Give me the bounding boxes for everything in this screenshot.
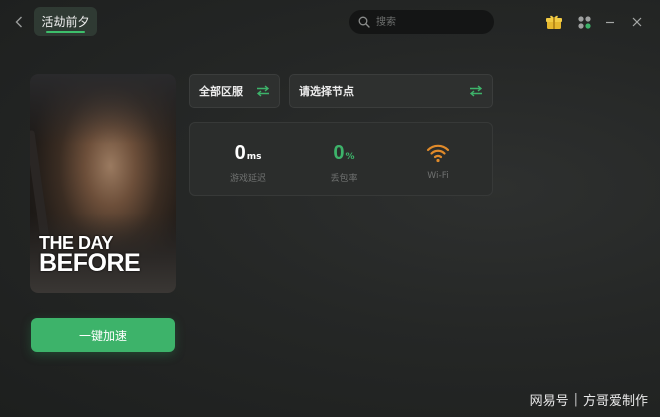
watermark-source: 网易号 (529, 394, 569, 409)
latency-stat: 0 ms 游戏延迟 (208, 137, 288, 184)
cover-title-line2: BEFORE (39, 249, 141, 278)
packet-loss-unit: % (345, 152, 355, 162)
tab-game[interactable]: 活劫前夕 (34, 7, 97, 36)
close-icon[interactable] (627, 12, 647, 32)
search-input[interactable] (374, 15, 488, 29)
latency-value: 0 (234, 142, 246, 164)
accelerate-button[interactable]: 一键加速 (31, 318, 175, 352)
cover-shade (30, 74, 176, 144)
gift-box-icon[interactable] (544, 12, 564, 32)
wifi-stat: Wi-Fi (398, 137, 478, 181)
tab-label: 活劫前夕 (41, 15, 90, 29)
wifi-label: Wi-Fi (427, 171, 449, 181)
game-cover-title: THE DAY BEFORE (39, 234, 149, 278)
packet-loss-value: 0 (333, 142, 345, 164)
watermark-separator: | (573, 392, 578, 407)
grid-apps-icon[interactable] (574, 12, 594, 32)
search-box[interactable] (349, 10, 494, 34)
title-bar: 活劫前夕 (0, 0, 660, 44)
minimize-icon[interactable] (600, 12, 620, 32)
back-arrow-icon[interactable] (10, 11, 28, 33)
packet-loss-stat: 0 % 丢包率 (304, 137, 384, 184)
region-select-label: 全部区服 (199, 85, 243, 98)
watermark-author: 方哥爱制作 (582, 394, 648, 409)
region-select[interactable]: 全部区服 (189, 74, 280, 108)
swap-arrows-icon (256, 85, 270, 97)
node-select-label: 请选择节点 (299, 85, 354, 98)
packet-loss-label: 丢包率 (330, 174, 358, 184)
tab-active-indicator (46, 31, 85, 33)
search-icon (358, 16, 370, 28)
node-select[interactable]: 请选择节点 (289, 74, 493, 108)
source-watermark: 网易号 | 方哥爱制作 (530, 390, 648, 409)
network-stats-panel: 0 ms 游戏延迟 0 % 丢包率 Wi-Fi (189, 122, 493, 196)
game-cover-image: THE DAY BEFORE (30, 74, 176, 293)
wifi-icon (426, 144, 450, 163)
swap-arrows-icon (469, 85, 483, 97)
latency-label: 游戏延迟 (229, 174, 266, 184)
latency-unit: ms (246, 152, 262, 162)
